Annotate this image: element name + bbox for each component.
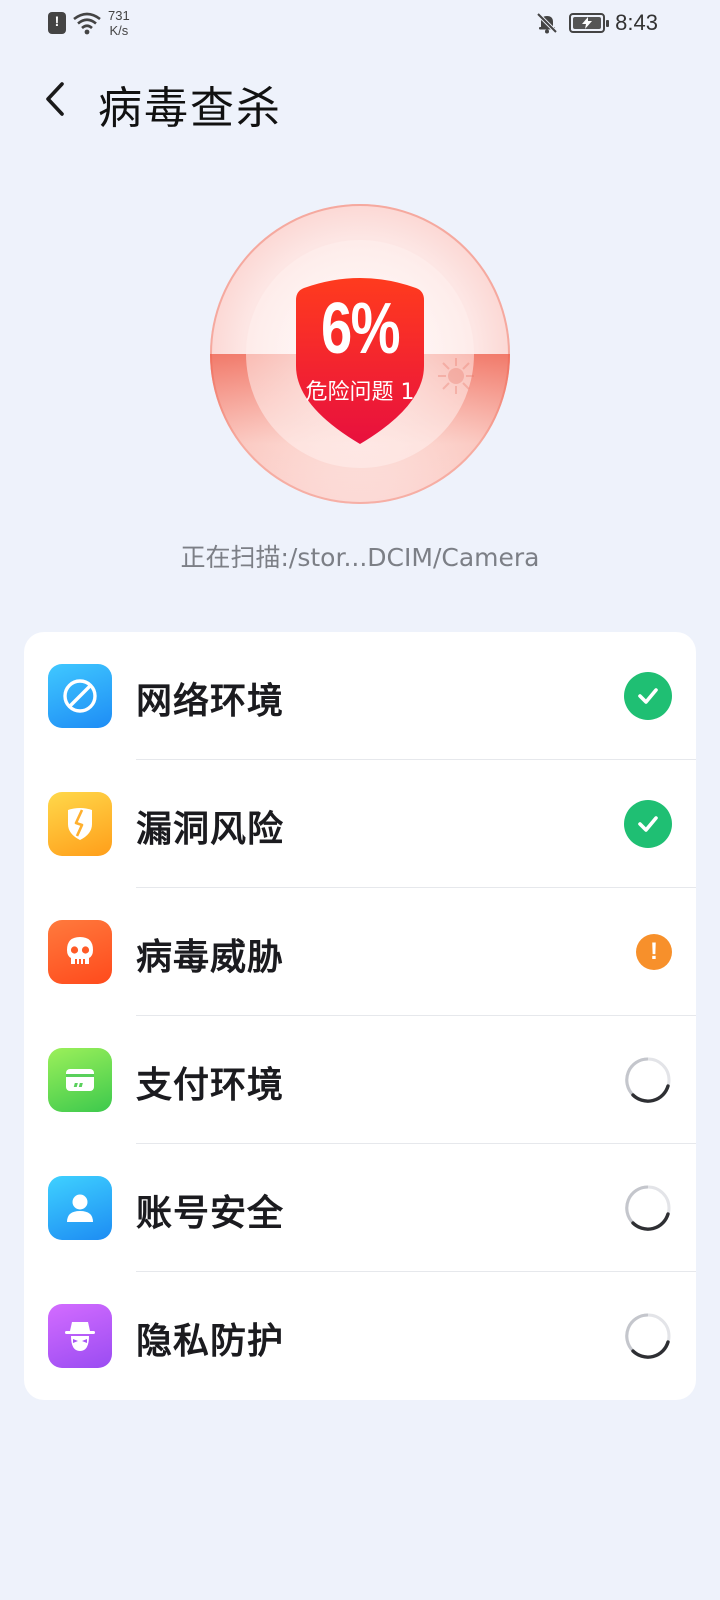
list-item-label: 网络环境 — [136, 681, 285, 722]
warning-icon: ! — [636, 934, 672, 970]
loading-spinner-icon — [625, 1057, 671, 1103]
alert-icon — [48, 12, 66, 34]
check-icon — [624, 800, 672, 848]
privacy-spy-icon — [48, 1304, 112, 1368]
network-speed-unit: K/s — [109, 23, 129, 38]
scan-percent: 6% — [320, 289, 401, 369]
vulnerability-shield-icon — [48, 792, 112, 856]
list-item-label: 隐私防护 — [136, 1321, 285, 1362]
account-user-icon — [48, 1176, 112, 1240]
status-bar: 731 K/s 8:43 — [0, 0, 720, 50]
app-header: 病毒查杀 — [0, 60, 720, 140]
back-button[interactable] — [36, 74, 76, 124]
network-icon — [48, 664, 112, 728]
list-item-virus-threat[interactable]: 病毒威胁 ! — [24, 888, 696, 1016]
notifications-muted-icon — [536, 12, 558, 34]
battery-icon — [569, 13, 610, 33]
list-item-payment[interactable]: 支付环境 — [24, 1016, 696, 1144]
scan-items-card: 网络环境 漏洞风险 病毒威胁 ! 支付环境 账号安全 隐私防护 — [24, 632, 696, 1400]
network-speed: 731 K/s — [108, 8, 130, 38]
list-item-label: 漏洞风险 — [136, 809, 285, 850]
status-right: 8:43 — [535, 10, 658, 36]
check-icon — [624, 672, 672, 720]
list-item-account[interactable]: 账号安全 — [24, 1144, 696, 1272]
status-left: 731 K/s — [48, 8, 130, 38]
loading-spinner-icon — [625, 1185, 671, 1231]
scan-progress-circle: 6% 危险问题 1 — [210, 204, 510, 504]
loading-spinner-icon — [625, 1313, 671, 1359]
scan-path-text: 正在扫描:/stor...DCIM/Camera — [180, 543, 540, 572]
list-item-label: 支付环境 — [136, 1065, 285, 1106]
skull-icon — [48, 920, 112, 984]
clock: 8:43 — [615, 10, 658, 35]
payment-card-icon — [48, 1048, 112, 1112]
page-title: 病毒查杀 — [98, 83, 282, 134]
list-item-label: 病毒威胁 — [136, 937, 285, 978]
wifi-icon — [73, 12, 101, 35]
list-item-privacy[interactable]: 隐私防护 — [24, 1272, 696, 1400]
list-item-label: 账号安全 — [136, 1193, 285, 1234]
list-item-network[interactable]: 网络环境 — [24, 632, 696, 760]
risk-count-label: 危险问题 1 — [305, 380, 415, 405]
list-item-vulnerability[interactable]: 漏洞风险 — [24, 760, 696, 888]
chevron-left-icon — [46, 82, 64, 116]
network-speed-value: 731 — [108, 8, 130, 23]
